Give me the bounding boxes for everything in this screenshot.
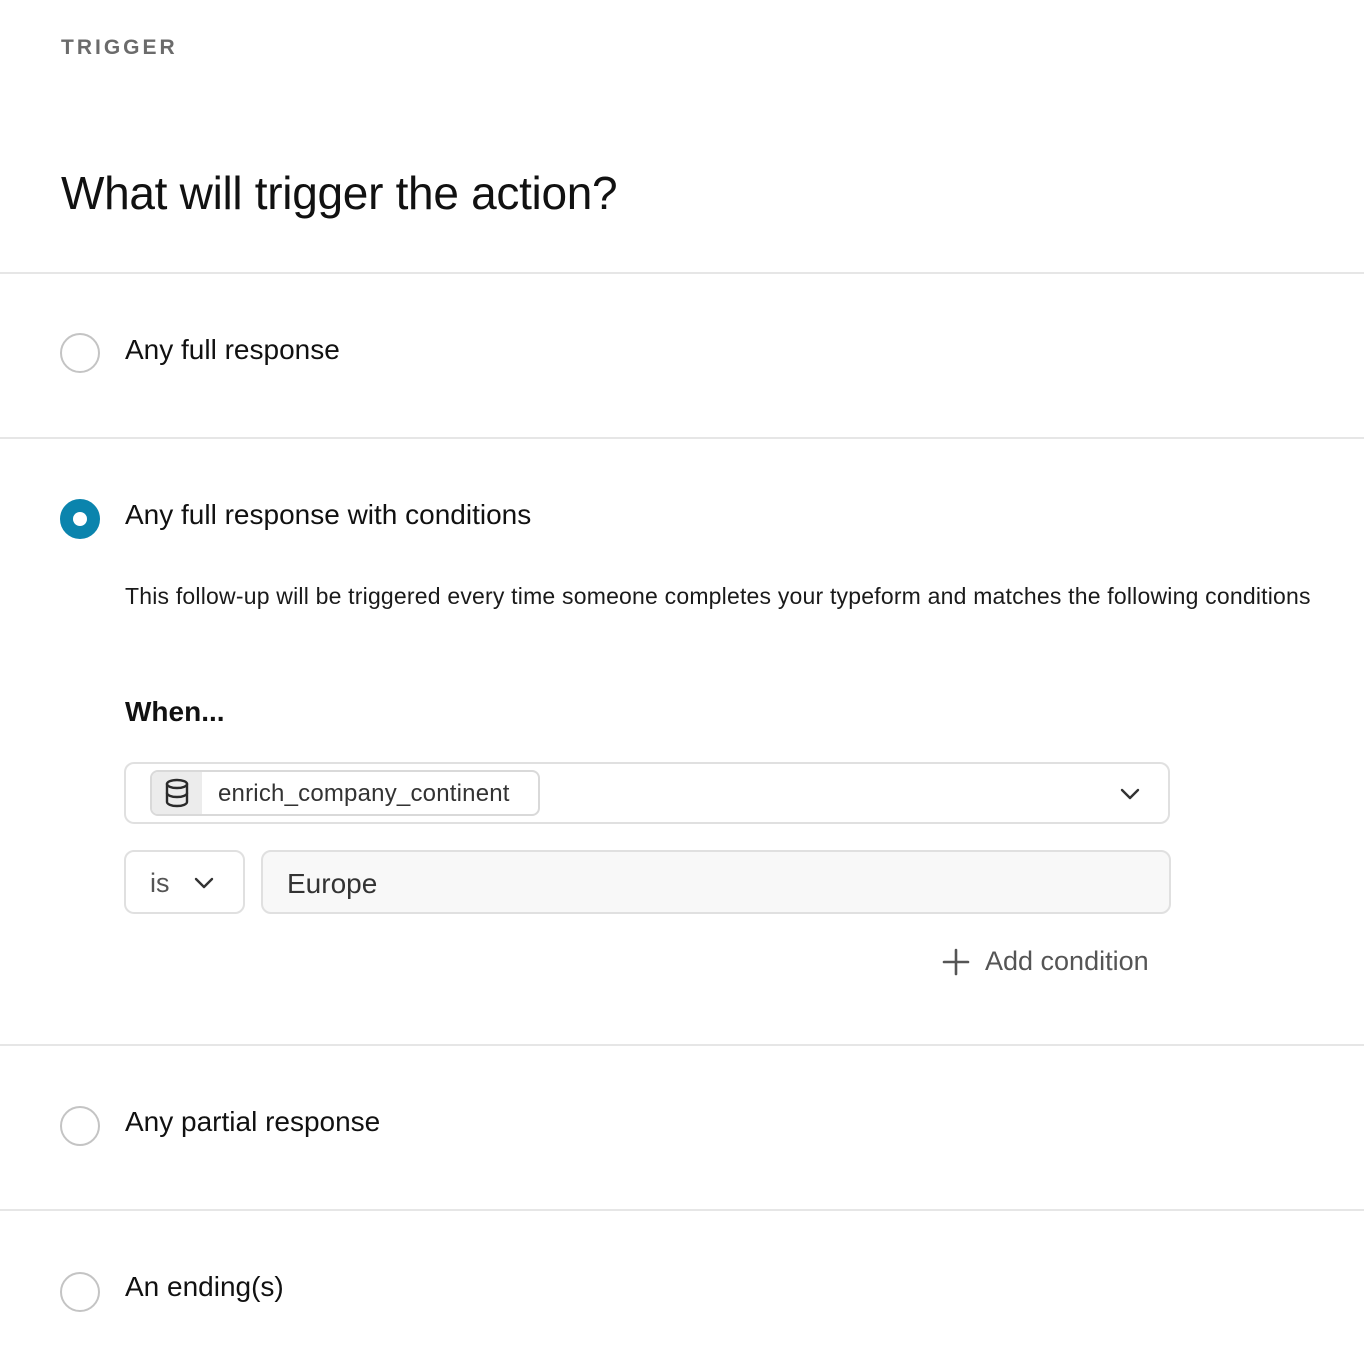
conditions-description: This follow-up will be triggered every t…: [125, 583, 1311, 609]
when-label: When...: [125, 696, 225, 727]
chevron-down-icon[interactable]: [192, 871, 216, 895]
option-label-an-ending[interactable]: An ending(s): [125, 1271, 284, 1303]
radio-an-ending[interactable]: [60, 1272, 100, 1312]
option-label-any-partial-response[interactable]: Any partial response: [125, 1106, 380, 1138]
option-any-partial-response[interactable]: Any partial response: [0, 1046, 1364, 1209]
operator-select[interactable]: is: [124, 850, 245, 914]
radio-full-response-with-conditions[interactable]: [60, 499, 100, 539]
operator-value: is: [150, 868, 170, 898]
option-full-response-with-conditions[interactable]: Any full response with conditions: [0, 439, 1364, 539]
variable-chip-label: enrich_company_continent: [218, 780, 510, 807]
page-title: What will trigger the action?: [61, 167, 618, 219]
radio-any-partial-response[interactable]: [60, 1106, 100, 1146]
section-label: TRIGGER: [61, 36, 178, 59]
option-any-full-response[interactable]: Any full response: [0, 274, 1364, 437]
option-an-ending[interactable]: An ending(s): [0, 1211, 1364, 1356]
chip-icon-container: [152, 772, 202, 814]
add-condition-label: Add condition: [985, 946, 1149, 976]
condition-value-text: Europe: [287, 868, 378, 899]
variable-chip[interactable]: enrich_company_continent: [150, 770, 540, 816]
radio-any-full-response[interactable]: [60, 333, 100, 373]
condition-value-input[interactable]: Europe: [261, 850, 1171, 914]
option-label-any-full-response[interactable]: Any full response: [125, 334, 340, 366]
field-select[interactable]: enrich_company_continent: [124, 762, 1170, 824]
database-icon: [165, 778, 189, 808]
option-label-full-response-with-conditions[interactable]: Any full response with conditions: [125, 499, 531, 531]
chevron-down-icon[interactable]: [1118, 782, 1142, 806]
plus-icon: [942, 948, 970, 976]
